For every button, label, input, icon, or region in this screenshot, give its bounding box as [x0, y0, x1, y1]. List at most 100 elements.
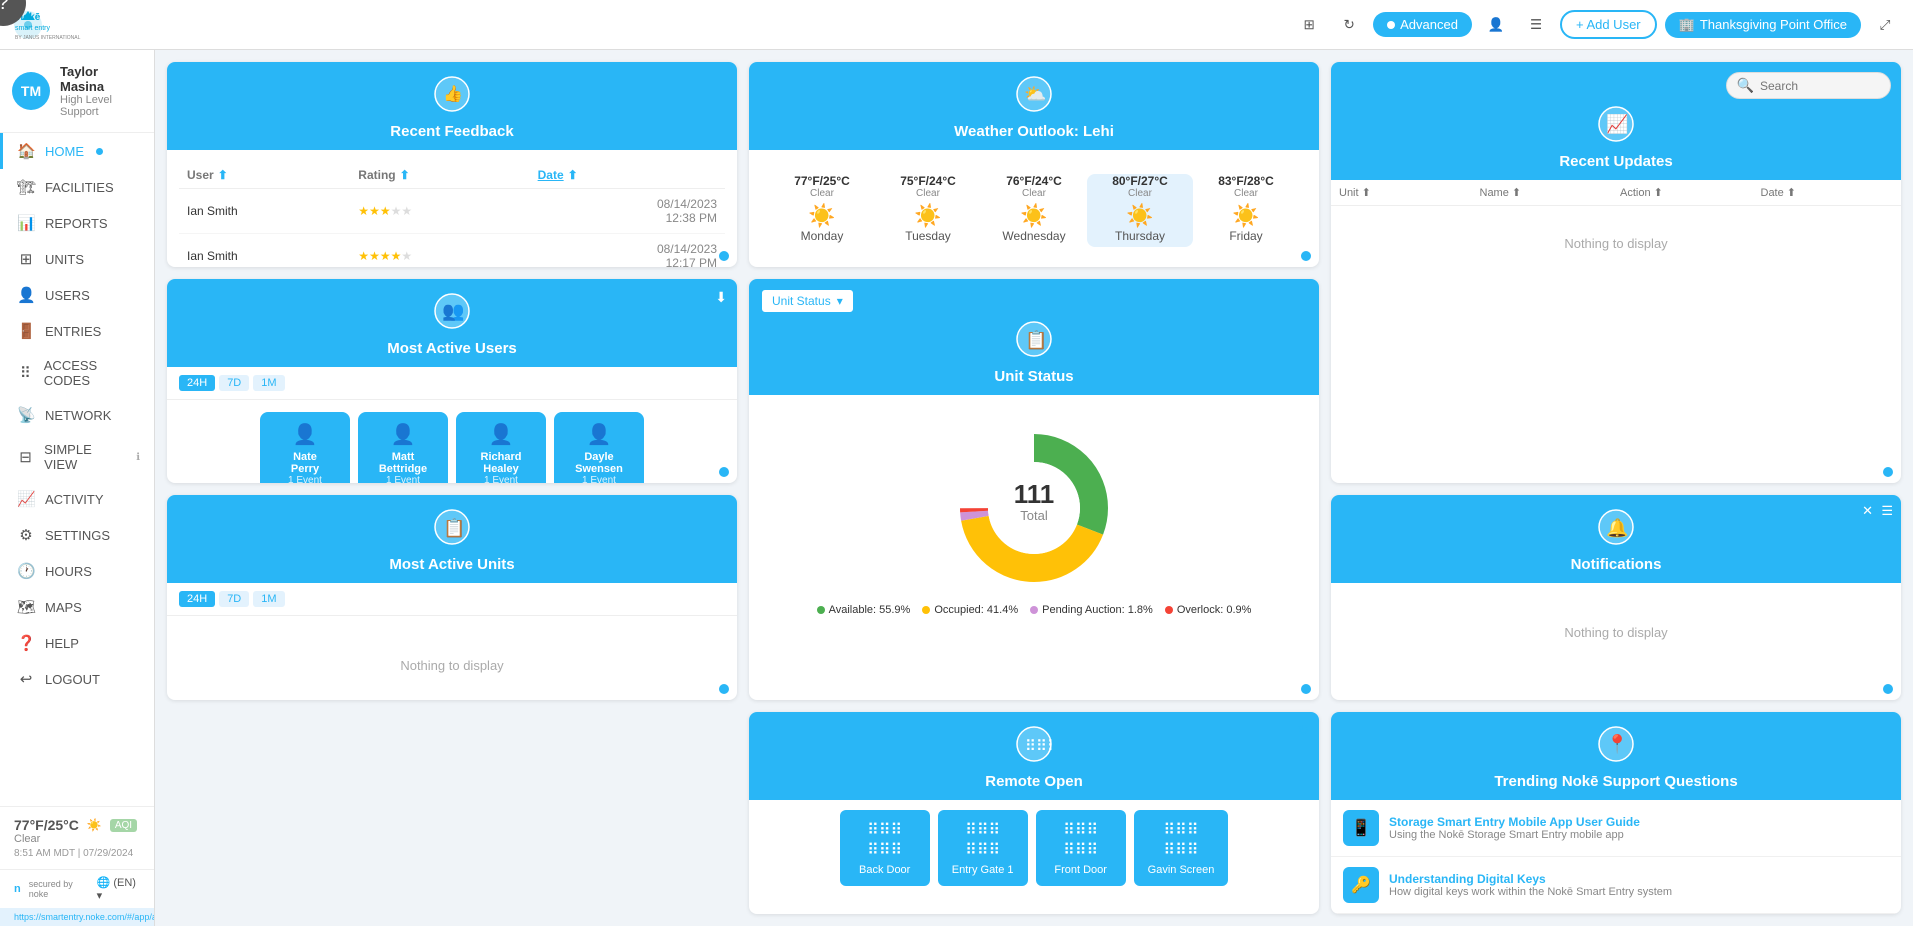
- add-user-label: + Add User: [1576, 17, 1641, 32]
- trending-item[interactable]: 🔑 Understanding Digital Keys How digital…: [1331, 857, 1901, 914]
- hours-icon: 🕐: [17, 562, 35, 580]
- date-col-header[interactable]: Date ⬆: [538, 168, 717, 182]
- sidebar-item-home[interactable]: 🏠 HOME: [0, 133, 154, 169]
- legend-item: Pending Auction: 1.8%: [1030, 604, 1153, 616]
- sidebar-item-settings[interactable]: ⚙ SETTINGS: [0, 517, 154, 553]
- user-card: 👤 NatePerry 1 Event: [260, 412, 350, 484]
- noke-logo-small: n: [14, 883, 21, 895]
- list-icon[interactable]: ☰: [1520, 9, 1552, 41]
- sidebar-item-maps[interactable]: 🗺 MAPS: [0, 589, 154, 625]
- remote-open-button[interactable]: ⠿⠿⠿⠿⠿⠿ Entry Gate 1: [938, 810, 1028, 886]
- most-active-units-title: Most Active Units: [183, 556, 721, 573]
- filter-7d[interactable]: 7D: [219, 375, 249, 391]
- filter-1m[interactable]: 1M: [253, 375, 284, 391]
- weather-card: ⛅ Weather Outlook: Lehi 77°F/25°C Clear …: [749, 62, 1319, 267]
- trending-card: 📍 Trending Nokē Support Questions 📱 Stor…: [1331, 712, 1901, 914]
- feedback-stars: ★★★★★: [350, 234, 529, 267]
- day-condition: Clear: [1193, 188, 1299, 199]
- remote-btn-label: Front Door: [1050, 864, 1112, 876]
- refresh-icon[interactable]: ↻: [1333, 9, 1365, 41]
- search-input[interactable]: [1760, 79, 1880, 93]
- date-col[interactable]: Date ⬆: [1761, 186, 1894, 199]
- trending-items: 📱 Storage Smart Entry Mobile App User Gu…: [1331, 800, 1901, 914]
- weather-day: 83°F/28°C Clear ☀️ Friday: [1193, 174, 1299, 247]
- name-col[interactable]: Name ⬆: [1480, 186, 1613, 199]
- sidebar-item-reports[interactable]: 📊 REPORTS: [0, 205, 154, 241]
- sidebar-item-facilities[interactable]: 🏗 FACILITIES: [0, 169, 154, 205]
- sidebar-item-units[interactable]: ⊞ UNITS: [0, 241, 154, 277]
- sidebar-item-activity[interactable]: 📈 ACTIVITY: [0, 481, 154, 517]
- feedback-stars: ★★★★★: [350, 189, 529, 234]
- rating-col-header[interactable]: Rating ⬆: [358, 168, 521, 182]
- filter-24h[interactable]: 24H: [179, 375, 215, 391]
- remote-open-header: ↻ ⠿⠿⠿ Remote Open: [749, 712, 1319, 800]
- sidebar-label-help: HELP: [45, 636, 79, 651]
- search-wrapper: 🔍: [1726, 72, 1891, 99]
- close-icon[interactable]: ✕: [1862, 503, 1873, 519]
- remote-open-button[interactable]: ⠿⠿⠿⠿⠿⠿ Gavin Screen: [1134, 810, 1229, 886]
- active-users-icon: 👥: [183, 293, 721, 336]
- facilities-icon: 🏗: [17, 178, 35, 196]
- weather-time: 8:51 AM MDT | 07/29/2024: [14, 848, 140, 859]
- units-filter-1m[interactable]: 1M: [253, 591, 284, 607]
- settings-list-icon[interactable]: ☰: [1881, 503, 1893, 519]
- user-card-name: NatePerry: [274, 451, 336, 475]
- sidebar: TM Taylor Masina High Level Support 🏠 HO…: [0, 50, 155, 926]
- sidebar-item-access-codes[interactable]: ⠿ ACCESS CODES: [0, 349, 154, 397]
- grid-view-icon[interactable]: ⊞: [1293, 9, 1325, 41]
- action-col[interactable]: Action ⬆: [1620, 186, 1753, 199]
- svg-text:📋: 📋: [443, 517, 465, 538]
- feedback-icon: 👍: [183, 76, 721, 119]
- units-filter-7d[interactable]: 7D: [219, 591, 249, 607]
- sidebar-item-simple-view[interactable]: ⊟ SIMPLE VIEW ℹ: [0, 433, 154, 481]
- remote-btn-icon: ⠿⠿⠿⠿⠿⠿: [1148, 820, 1215, 860]
- legend-label: Pending Auction: 1.8%: [1042, 604, 1153, 616]
- remote-btn-icon: ⠿⠿⠿⠿⠿⠿: [854, 820, 916, 860]
- day-weather-icon: ☀️: [875, 203, 981, 229]
- expand-icon[interactable]: ⤢: [1869, 9, 1901, 41]
- sidebar-item-users[interactable]: 👤 USERS: [0, 277, 154, 313]
- user-card: 👤 MattBettridge 1 Event: [358, 412, 448, 484]
- weather-header: ⛅ Weather Outlook: Lehi: [749, 62, 1319, 150]
- remote-open-button[interactable]: ⠿⠿⠿⠿⠿⠿ Front Door: [1036, 810, 1126, 886]
- units-filter-24h[interactable]: 24H: [179, 591, 215, 607]
- trending-header: 📍 Trending Nokē Support Questions: [1331, 712, 1901, 800]
- weather-day: 80°F/27°C Clear ☀️ Thursday: [1087, 174, 1193, 247]
- download-btn[interactable]: ⬇: [715, 289, 727, 306]
- day-weather-icon: ☀️: [769, 203, 875, 229]
- advanced-button[interactable]: Advanced: [1373, 12, 1472, 37]
- unit-status-dropdown-wrap: Unit Status ▾: [761, 289, 854, 313]
- language-selector[interactable]: 🌐 (EN) ▾: [97, 876, 140, 902]
- user-col-header[interactable]: User ⬆: [187, 168, 342, 182]
- recent-feedback-body: User ⬆ Rating ⬆ Date ⬆ Ian Smith ★★★★★ 0…: [167, 150, 737, 267]
- sidebar-item-entries[interactable]: 🚪 ENTRIES: [0, 313, 154, 349]
- office-button[interactable]: 🏢 Thanksgiving Point Office: [1665, 12, 1861, 38]
- sidebar-item-help[interactable]: ❓ HELP: [0, 625, 154, 661]
- trending-item[interactable]: 📱 Storage Smart Entry Mobile App User Gu…: [1331, 800, 1901, 857]
- sidebar-item-network[interactable]: 📡 NETWORK: [0, 397, 154, 433]
- star-icon: ★: [369, 204, 380, 218]
- user-card-name: RichardHealey: [470, 451, 532, 475]
- donut-wrapper: 111 Total: [949, 423, 1119, 596]
- remote-btn-icon: ⠿⠿⠿⠿⠿⠿: [952, 820, 1014, 860]
- sidebar-item-logout[interactable]: ↩ LOGOUT: [0, 661, 154, 697]
- user-sort-icon: ⬆: [218, 168, 228, 182]
- remote-open-button[interactable]: ⠿⠿⠿⠿⠿⠿ Back Door: [840, 810, 930, 886]
- trending-item-desc: How digital keys work within the Nokē Sm…: [1389, 886, 1672, 898]
- notifications-header: ✕ ☰ 🔔 Notifications: [1331, 495, 1901, 583]
- unit-col[interactable]: Unit ⬆: [1339, 186, 1472, 199]
- day-name: Wednesday: [981, 229, 1087, 243]
- sidebar-label-activity: ACTIVITY: [45, 492, 104, 507]
- day-name: Friday: [1193, 229, 1299, 243]
- weather-sun-icon: ☀️: [87, 818, 102, 832]
- user-card-events: 1 Event: [470, 475, 532, 484]
- remote-open-card: ↻ ⠿⠿⠿ Remote Open ⠿⠿⠿⠿⠿⠿ Back Door ⠿⠿⠿⠿⠿…: [749, 712, 1319, 914]
- sidebar-item-hours[interactable]: 🕐 HOURS: [0, 553, 154, 589]
- remote-btn-label: Gavin Screen: [1148, 864, 1215, 876]
- users-icon[interactable]: 👤: [1480, 9, 1512, 41]
- maps-icon: 🗺: [17, 598, 35, 616]
- unit-status-dropdown[interactable]: Unit Status ▾: [761, 289, 854, 313]
- refresh-btn[interactable]: ↻: [1297, 722, 1309, 739]
- day-name: Tuesday: [875, 229, 981, 243]
- add-user-button[interactable]: + Add User: [1560, 10, 1657, 39]
